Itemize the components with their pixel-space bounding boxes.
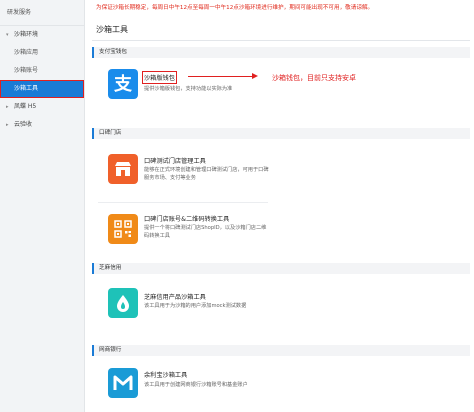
annotation-arrow	[188, 76, 254, 77]
mybank-icon	[108, 368, 138, 398]
section-header-koubei-store: 口碑门店	[92, 128, 470, 139]
sidebar-item-sandbox-tools[interactable]: 沙箱工具	[0, 80, 84, 98]
page-title: 沙箱工具	[96, 25, 128, 34]
chevron-right-icon: ▸	[6, 104, 9, 110]
chevron-down-icon: ▾	[6, 32, 9, 38]
store-icon	[108, 154, 138, 184]
tool-card-koubei-qrcode-converter[interactable]: 口碑门店账号&二维码转换工具 提供一个将口碑测试门店ShopID，以及沙箱门店二…	[98, 206, 268, 256]
section-header-sesame-credit: 芝麻信用	[92, 263, 470, 274]
tool-description: 该工具用于为沙箱的用户添加mock测试数据	[144, 303, 247, 309]
tool-description: 该工具用于创建网商银行沙箱账号和基金账户	[144, 382, 248, 388]
section-header-alipay-wallet: 支付宝钱包	[92, 47, 470, 58]
sidebar-group-fengdie[interactable]: ▸ 凤蝶 H5	[0, 98, 84, 116]
section-header-mybank: 网商银行	[92, 345, 470, 356]
tool-name[interactable]: 口碑测试门店管理工具	[144, 156, 206, 165]
divider	[92, 40, 470, 41]
arrow-right-icon	[252, 73, 258, 79]
maintenance-notice: 为保证沙箱长期稳定，每周日中午12点至每周一中午12点沙箱环境进行维护，期间可能…	[96, 5, 374, 11]
tool-card-sandbox-wallet[interactable]: 支 沙箱版钱包 提供沙箱版钱包，支持功能以实际为准	[98, 61, 268, 111]
sesame-icon	[108, 288, 138, 318]
tool-name[interactable]: 余利宝沙箱工具	[144, 370, 187, 379]
tool-name[interactable]: 口碑门店账号&二维码转换工具	[144, 214, 229, 223]
annotation-text: 沙箱钱包，目前只支持安卓	[272, 74, 356, 82]
sidebar-group-sandbox-env[interactable]: ▾ 沙箱环境	[0, 26, 84, 44]
sidebar-group-label: 沙箱环境	[14, 31, 39, 38]
tool-name[interactable]: 沙箱版钱包	[142, 71, 177, 84]
sidebar-group-cloud-acceptance[interactable]: ▸ 云验收	[0, 116, 84, 134]
sidebar-item-sandbox-accounts[interactable]: 沙箱账号	[0, 62, 84, 80]
sidebar-item-sandbox-apps[interactable]: 沙箱应用	[0, 44, 84, 62]
svg-text:支: 支	[113, 73, 133, 95]
sidebar: 研发服务 ▾ 沙箱环境 沙箱应用 沙箱账号 沙箱工具 ▸ 凤蝶 H5 ▸ 云验收	[0, 0, 85, 412]
alipay-icon: 支	[108, 69, 138, 99]
sidebar-title: 研发服务	[0, 0, 84, 26]
divider	[98, 202, 268, 203]
tool-card-yulibao[interactable]: 余利宝沙箱工具 该工具用于创建网商银行沙箱账号和基金账户	[98, 362, 268, 410]
tool-name[interactable]: 芝麻信用产品沙箱工具	[144, 292, 206, 301]
chevron-right-icon: ▸	[6, 122, 9, 128]
tool-card-koubei-store-manager[interactable]: 口碑测试门店管理工具 能够在正式环境创建和管理口碑测试门店，可用于口碑服务市场、…	[98, 146, 269, 198]
sidebar-group-label: 云验收	[14, 121, 33, 128]
tool-description: 提供沙箱版钱包，支持功能以实际为准	[144, 86, 233, 92]
tool-description: 提供一个将口碑测试门店ShopID，以及沙箱门店二维码转换工具	[144, 225, 267, 239]
qrcode-icon	[108, 214, 138, 244]
sidebar-group-label: 凤蝶 H5	[14, 103, 37, 110]
tool-description: 能够在正式环境创建和管理口碑测试门店，可用于口碑服务市场、支付等业务	[144, 167, 269, 181]
tool-card-sesame-credit[interactable]: 芝麻信用产品沙箱工具 该工具用于为沙箱的用户添加mock测试数据	[98, 282, 268, 332]
